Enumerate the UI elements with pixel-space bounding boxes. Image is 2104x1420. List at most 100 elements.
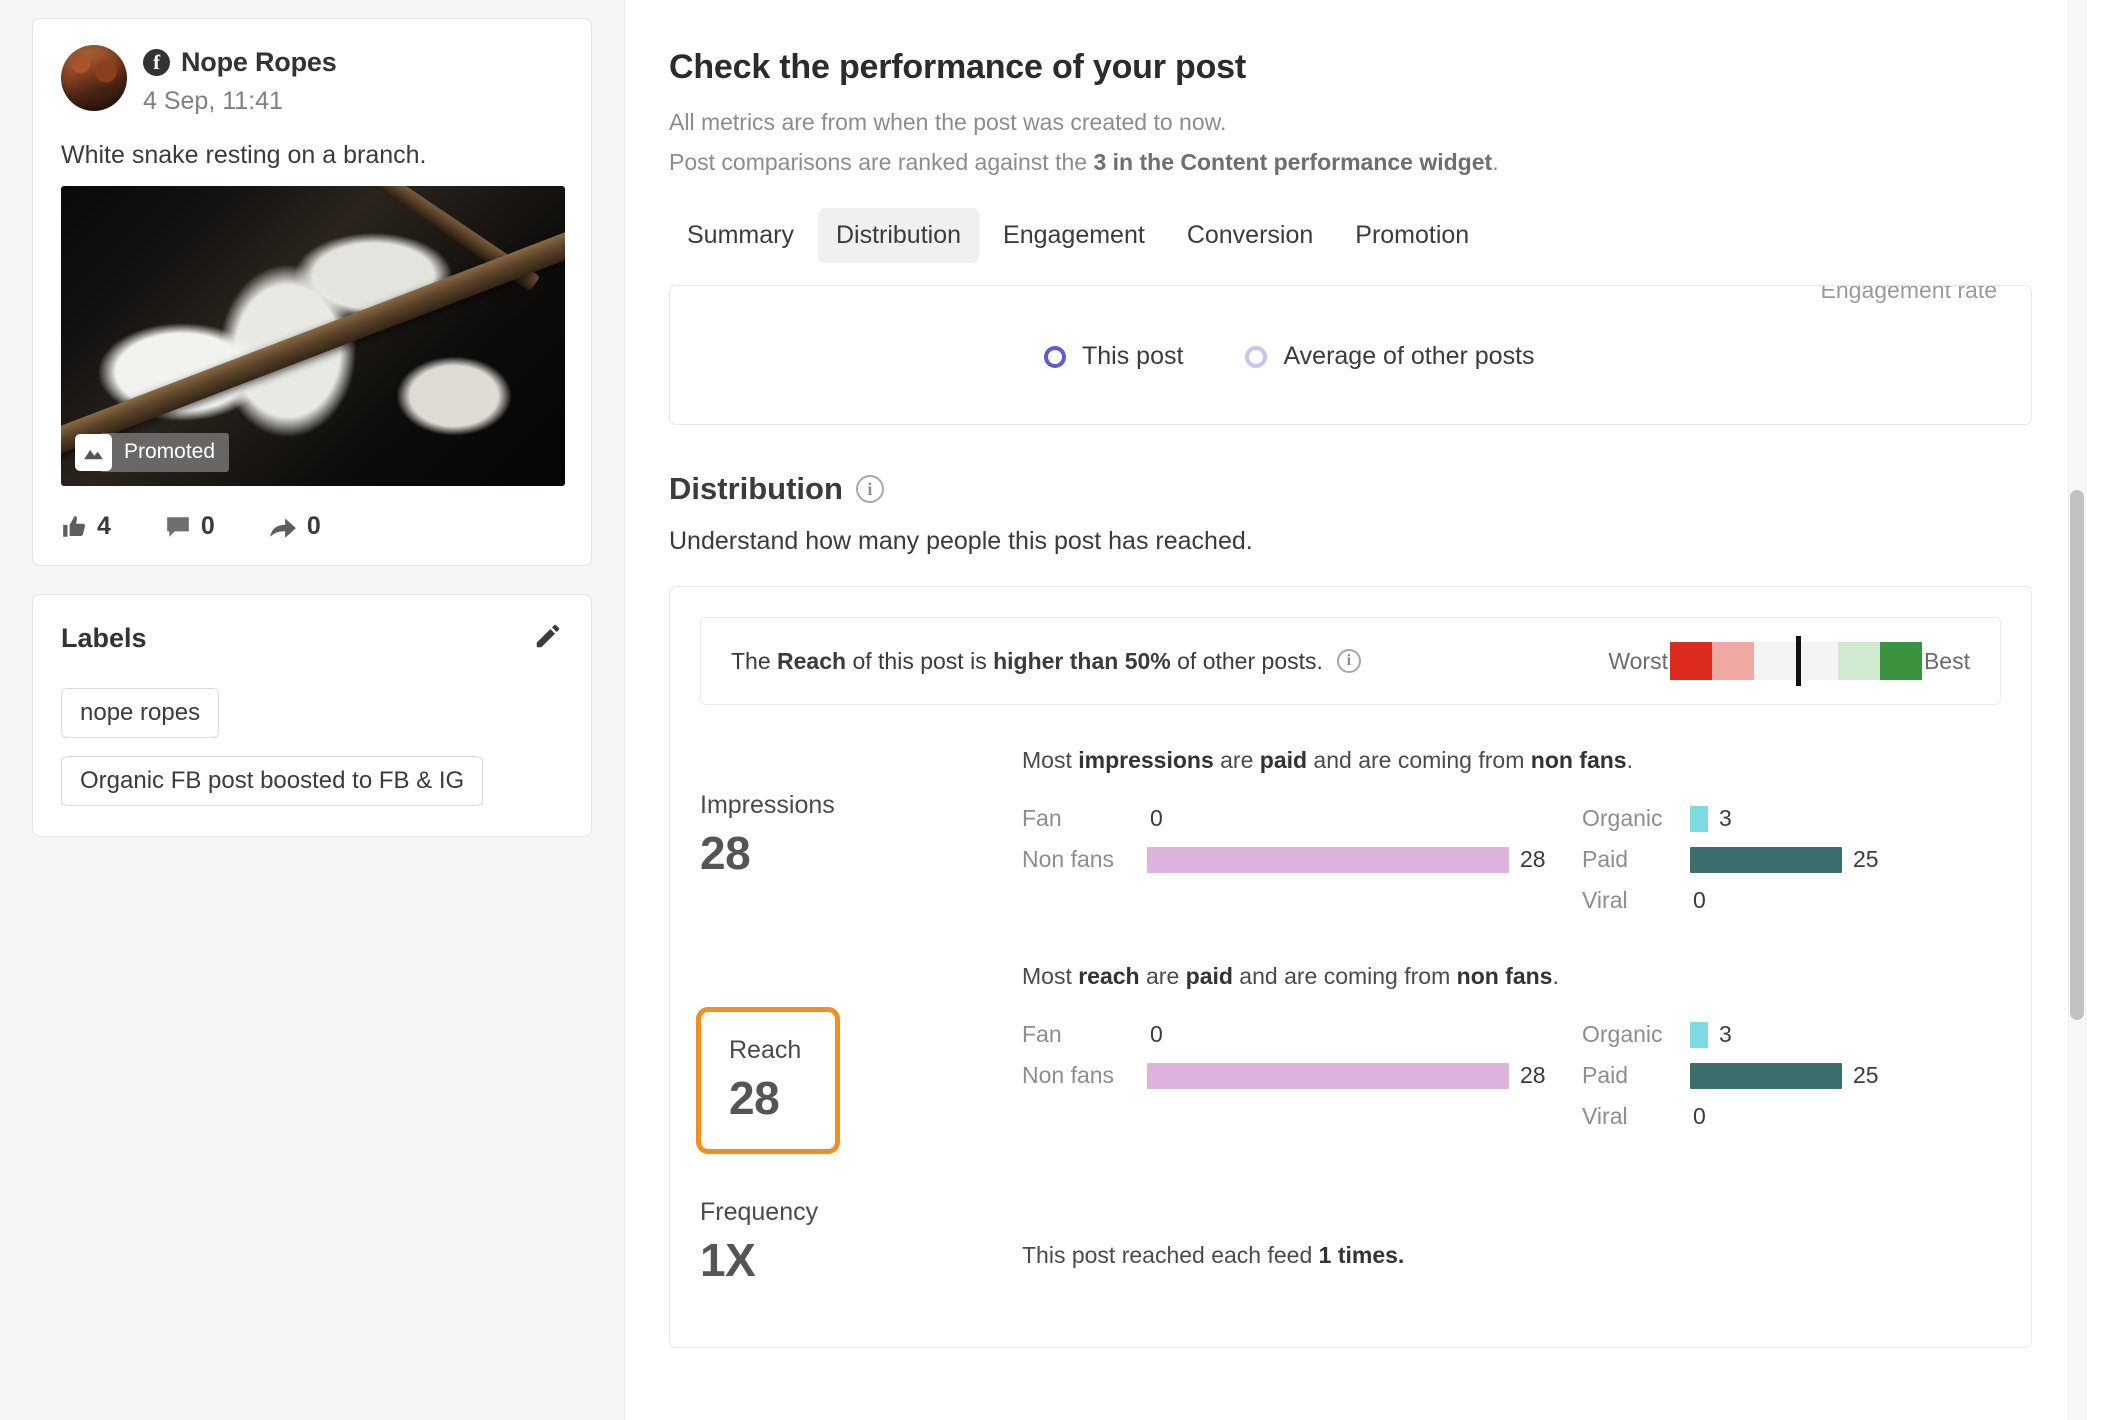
distribution-heading-row: Distribution i xyxy=(669,471,2104,507)
scrollbar-thumb[interactable] xyxy=(2070,490,2084,1020)
tab-summary[interactable]: Summary xyxy=(669,208,812,263)
page-name-row: f Nope Ropes xyxy=(143,47,337,78)
bar-label: Fan xyxy=(1022,805,1062,831)
comparison-card: Engagement rate This post Average of oth… xyxy=(669,285,2032,425)
banner-prefix: The xyxy=(731,647,778,674)
metric-block-impressions: Impressions 28 Most impressions are paid… xyxy=(700,747,2001,921)
avatar xyxy=(61,45,127,111)
bar-track: 28 xyxy=(1147,846,1546,873)
bar-fill xyxy=(1147,846,1509,873)
performance-panel: Check the performance of your post All m… xyxy=(624,0,2104,1420)
post-image[interactable]: Promoted xyxy=(61,186,565,486)
clipped-legend-label: Engagement rate xyxy=(1820,285,1997,303)
metric-summary: Impressions 28 xyxy=(700,747,1022,921)
percentile-scale: Worst Best xyxy=(1608,636,1970,686)
tab-distribution[interactable]: Distribution xyxy=(817,208,980,263)
labels-card: Labels nope ropes Organic FB post booste… xyxy=(32,594,592,837)
bar-row: Organic 3 xyxy=(1582,1014,2001,1055)
bar-value: 3 xyxy=(1719,805,1732,831)
scale-segment xyxy=(1837,642,1880,680)
likes-count: 4 xyxy=(97,512,111,540)
metric-value: 1X xyxy=(700,1234,756,1286)
metric-block-reach: Reach 28 Most reach are paid and are com… xyxy=(696,963,2001,1154)
pencil-icon[interactable] xyxy=(533,621,563,656)
radio-unselected-icon xyxy=(1245,345,1268,368)
tab-conversion[interactable]: Conversion xyxy=(1169,208,1331,263)
reach-highlight-box[interactable]: Reach 28 xyxy=(696,1007,841,1154)
metric-value: 28 xyxy=(729,1072,780,1124)
metric-label: Reach xyxy=(729,1036,802,1064)
bar-value: 0 xyxy=(1693,887,1706,913)
shares-stat: 0 xyxy=(269,512,321,541)
bar-track: 3 xyxy=(1690,1021,1732,1048)
info-icon[interactable]: i xyxy=(1336,649,1361,673)
bar-track: 28 xyxy=(1147,1062,1546,1089)
metric-bars: Fan 0 Non fans 28 Organic 3 Paid 25 Vira… xyxy=(1022,1014,2001,1137)
bar-track: 0 xyxy=(1147,1021,1163,1048)
bar-row: Organic 3 xyxy=(1582,798,2001,839)
bar-track: 3 xyxy=(1690,805,1732,832)
tab-bar: Summary Distribution Engagement Conversi… xyxy=(669,208,2104,263)
post-meta: f Nope Ropes 4 Sep, 11:41 xyxy=(143,45,337,116)
distribution-card: The Reach of this post is higher than 50… xyxy=(669,586,2032,1348)
promoted-label: Promoted xyxy=(100,433,230,472)
distribution-description: Understand how many people this post has… xyxy=(669,527,1253,555)
radio-this-post[interactable]: This post xyxy=(1044,342,1183,371)
post-message: White snake resting on a branch. xyxy=(61,141,427,169)
scale-marker xyxy=(1795,636,1801,686)
labels-chip-list: nope ropes Organic FB post boosted to FB… xyxy=(61,688,563,806)
app-root: f Nope Ropes 4 Sep, 11:41 White snake re… xyxy=(0,0,2104,1420)
page-title: Check the performance of your post xyxy=(669,48,1246,86)
banner-middle: of this post is xyxy=(846,647,994,674)
banner-metric: Reach xyxy=(777,647,847,674)
banner-suffix: of other posts. xyxy=(1170,647,1323,674)
bar-fill xyxy=(1690,1021,1708,1048)
bar-row: Viral 0 xyxy=(1582,1096,2001,1137)
scale-best-label: Best xyxy=(1923,647,1970,674)
scale-segment xyxy=(1669,642,1712,680)
tab-engagement[interactable]: Engagement xyxy=(985,208,1163,263)
audience-breakdown: Fan 0 Non fans 28 xyxy=(1022,1014,1582,1137)
panel-comparison-note: Post comparisons are ranked against the … xyxy=(669,149,2104,176)
info-icon[interactable]: i xyxy=(855,475,884,503)
source-breakdown: Organic 3 Paid 25 Viral 0 xyxy=(1582,1014,2001,1137)
bar-row: Non fans 28 xyxy=(1022,1055,1582,1096)
tab-promotion[interactable]: Promotion xyxy=(1337,208,1487,263)
thumbs-up-icon xyxy=(61,514,87,540)
bar-label: Fan xyxy=(1022,1021,1062,1047)
bar-value: 25 xyxy=(1853,1062,1879,1088)
radio-average-other-posts[interactable]: Average of other posts xyxy=(1245,342,1535,371)
metric-sentence: Most impressions are paid and are coming… xyxy=(1022,747,1633,773)
scale-worst-label: Worst xyxy=(1608,647,1668,674)
left-sidebar: f Nope Ropes 4 Sep, 11:41 White snake re… xyxy=(0,0,624,1420)
panel-subtitle: All metrics are from when the post was c… xyxy=(669,109,1227,135)
comparison-suffix: . xyxy=(1492,149,1499,175)
label-chip[interactable]: Organic FB post boosted to FB & IG xyxy=(61,756,484,806)
bar-label: Organic xyxy=(1582,1021,1663,1047)
bar-fill xyxy=(1147,1062,1509,1089)
metric-summary: Frequency 1X xyxy=(700,1198,1022,1287)
scale-segments xyxy=(1669,636,1922,686)
bar-row: Fan 0 xyxy=(1022,798,1582,839)
bar-track: 25 xyxy=(1690,1062,1879,1089)
scale-segment xyxy=(1711,642,1754,680)
bar-track: 25 xyxy=(1690,846,1879,873)
bar-track: 0 xyxy=(1690,1103,1706,1130)
labels-header: Labels xyxy=(61,621,563,656)
metric-label: Frequency xyxy=(700,1198,819,1226)
bar-track: 0 xyxy=(1147,805,1163,832)
post-timestamp: 4 Sep, 11:41 xyxy=(143,87,283,115)
metric-label: Impressions xyxy=(700,791,835,819)
bar-label: Paid xyxy=(1582,1062,1629,1088)
comments-count: 0 xyxy=(200,512,215,540)
page-name: Nope Ropes xyxy=(181,47,337,77)
label-chip[interactable]: nope ropes xyxy=(61,688,220,738)
metric-details: Most reach are paid and are coming from … xyxy=(1022,963,2001,1154)
radio-this-post-label: This post xyxy=(1082,342,1184,370)
comparison-prefix: Post comparisons are ranked against the xyxy=(669,149,1094,175)
bar-fill xyxy=(1690,1062,1842,1089)
labels-title: Labels xyxy=(61,623,147,653)
bar-track: 0 xyxy=(1690,887,1706,914)
comparison-options: This post Average of other posts xyxy=(1044,342,1535,371)
post-header: f Nope Ropes 4 Sep, 11:41 xyxy=(61,45,563,116)
